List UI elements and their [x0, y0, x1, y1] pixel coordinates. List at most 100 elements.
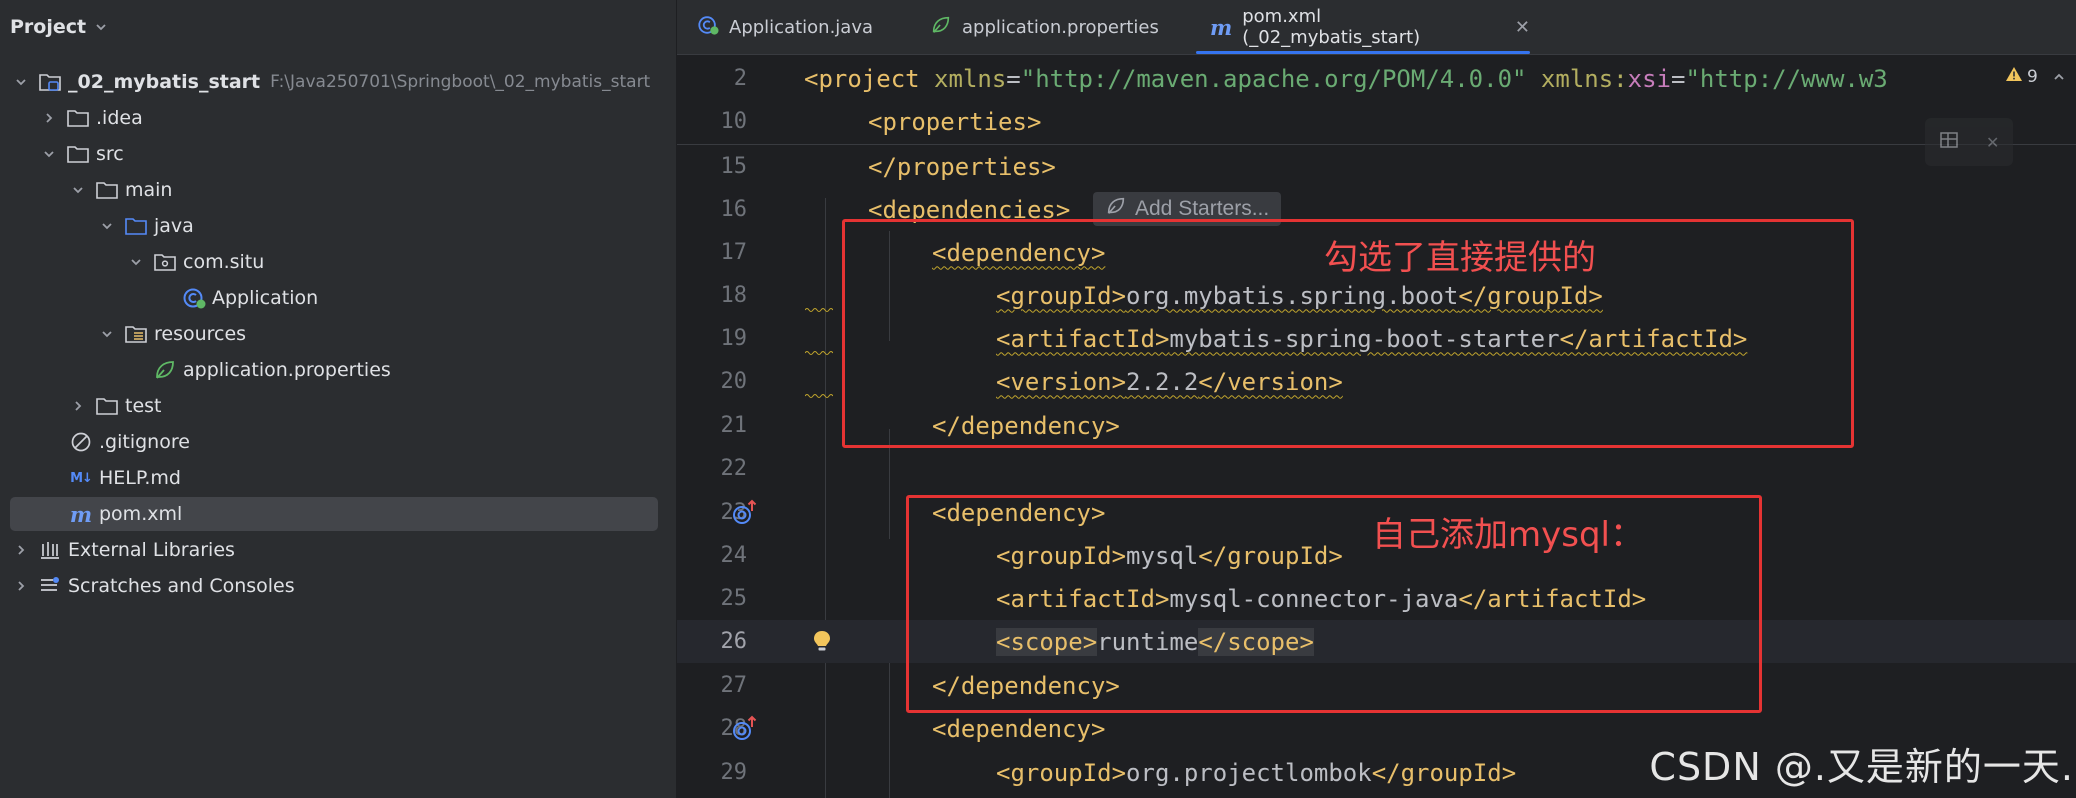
annotation-text-mysql: 自己添加mysql：: [1372, 515, 1644, 555]
line-number: 18: [720, 283, 748, 308]
line-number: 15: [720, 154, 748, 179]
tree-item-label: External Libraries: [68, 539, 235, 561]
line-number: 16: [720, 197, 748, 222]
floating-toolbar: ✕: [1925, 118, 2013, 166]
watermark: CSDN @.又是新的一天.: [1649, 745, 2074, 789]
chevron-right-icon[interactable]: [10, 539, 32, 561]
active-tab-indicator: [1196, 51, 1530, 54]
tree-item-label: Application: [212, 287, 319, 309]
code-line: 10 <properties>: [677, 100, 2076, 143]
line-number: 21: [720, 413, 748, 438]
code-line: 22: [677, 447, 2076, 490]
tree-item-resources[interactable]: resources: [10, 317, 658, 351]
resources-folder-icon: [124, 322, 148, 346]
tab-label: application.properties: [962, 16, 1159, 38]
tree-item-external-libraries[interactable]: External Libraries: [10, 533, 658, 567]
maven-dependency-gutter-icon[interactable]: [727, 711, 763, 747]
spring-properties-icon: [930, 14, 952, 41]
warning-count: 9: [2027, 66, 2038, 87]
tree-item-help-md[interactable]: M↓ HELP.md: [10, 461, 658, 495]
tree-item-label: com.situ: [183, 251, 265, 273]
line-number: 25: [720, 586, 748, 611]
warning-squiggle: [805, 394, 833, 398]
warning-squiggle: [805, 351, 833, 355]
tree-item-label: main: [125, 179, 173, 201]
code-text: <properties>: [868, 107, 1042, 136]
tree-item-label: application.properties: [183, 359, 391, 381]
spring-boot-class-icon: [182, 286, 206, 310]
package-icon: [153, 250, 177, 274]
folder-icon: [95, 394, 119, 418]
line-number: 27: [720, 673, 748, 698]
line-number: 24: [720, 543, 748, 568]
reader-mode-icon[interactable]: [1939, 130, 1959, 154]
project-header-label: Project: [10, 16, 87, 38]
tab-pom-xml[interactable]: m pom.xml (_02_mybatis_start) ✕: [1196, 0, 1530, 54]
tree-item-label: resources: [154, 323, 247, 345]
library-icon: [38, 538, 62, 562]
line-number: 22: [720, 456, 748, 481]
module-folder-icon: [38, 70, 62, 94]
chevron-up-icon[interactable]: [2052, 68, 2066, 89]
chevron-right-icon[interactable]: [38, 107, 60, 129]
tree-item-gitignore[interactable]: .gitignore: [10, 425, 658, 459]
tree-item-label: pom.xml: [99, 503, 183, 525]
tree-item-label: _02_mybatis_start: [68, 71, 261, 93]
chevron-right-icon[interactable]: [10, 575, 32, 597]
code-line: 15 </properties>: [677, 145, 2076, 188]
lightbulb-icon[interactable]: [810, 627, 834, 657]
spring-properties-icon: [153, 358, 177, 382]
tree-item-label: test: [125, 395, 162, 417]
inspection-widget[interactable]: 9: [2005, 66, 2038, 87]
chevron-down-icon[interactable]: [67, 179, 89, 201]
tree-item-test[interactable]: test: [10, 389, 658, 423]
tree-item-application[interactable]: Application: [10, 281, 658, 315]
source-folder-icon: [124, 214, 148, 238]
tree-item-src[interactable]: src: [10, 137, 658, 171]
markdown-icon: M↓: [70, 470, 93, 486]
tree-item-module[interactable]: _02_mybatis_start F:\Java250701\Springbo…: [10, 65, 658, 99]
tree-item-application-properties[interactable]: application.properties: [10, 353, 658, 387]
chevron-down-icon[interactable]: [96, 323, 118, 345]
chevron-down-icon[interactable]: [96, 215, 118, 237]
chevron-down-icon[interactable]: [10, 71, 32, 93]
close-icon[interactable]: ✕: [1515, 17, 1530, 38]
tree-item-idea[interactable]: .idea: [10, 101, 658, 135]
code-text: <dependency>: [932, 714, 1106, 743]
line-number: 2: [733, 66, 747, 91]
gitignore-icon: [69, 430, 93, 454]
tree-item-java[interactable]: java: [10, 209, 658, 243]
editor-tabs: Application.java application.properties …: [677, 0, 2076, 55]
code-line: 2 <project xmlns="http://maven.apache.or…: [677, 57, 2076, 100]
code-text: <project xmlns="http://maven.apache.org/…: [804, 64, 1888, 93]
code-text: </properties>: [868, 152, 1056, 181]
chevron-down-icon: [94, 20, 108, 34]
project-view-selector[interactable]: Project: [10, 12, 108, 42]
tree-item-pom-xml[interactable]: m pom.xml: [10, 497, 658, 531]
folder-icon: [66, 142, 90, 166]
close-icon[interactable]: ✕: [1986, 133, 1999, 152]
chevron-down-icon[interactable]: [125, 251, 147, 273]
tree-item-label: HELP.md: [99, 467, 181, 489]
chevron-right-icon[interactable]: [67, 395, 89, 417]
tab-application-java[interactable]: Application.java: [697, 0, 873, 54]
tab-label: Application.java: [729, 16, 874, 38]
maven-icon: m: [1210, 14, 1233, 40]
tree-item-main[interactable]: main: [10, 173, 658, 207]
tab-application-properties[interactable]: application.properties: [930, 0, 1159, 54]
warning-squiggle: [805, 308, 833, 312]
warning-icon: [2005, 66, 2023, 87]
tree-item-label: .gitignore: [99, 431, 190, 453]
line-number: 29: [720, 760, 748, 785]
tree-item-scratches[interactable]: Scratches and Consoles: [10, 569, 658, 603]
line-number: 10: [720, 109, 748, 134]
chevron-down-icon[interactable]: [38, 143, 60, 165]
maven-dependency-gutter-icon[interactable]: [727, 495, 763, 531]
tree-item-label: Scratches and Consoles: [68, 575, 295, 597]
tree-item-package[interactable]: com.situ: [10, 245, 658, 279]
line-number: 19: [720, 326, 748, 351]
code-text: <groupId>org.projectlombok</groupId>: [996, 758, 1517, 787]
line-number: 26: [720, 629, 748, 654]
tree-item-label: java: [154, 215, 194, 237]
tree-item-label: .idea: [96, 107, 143, 129]
